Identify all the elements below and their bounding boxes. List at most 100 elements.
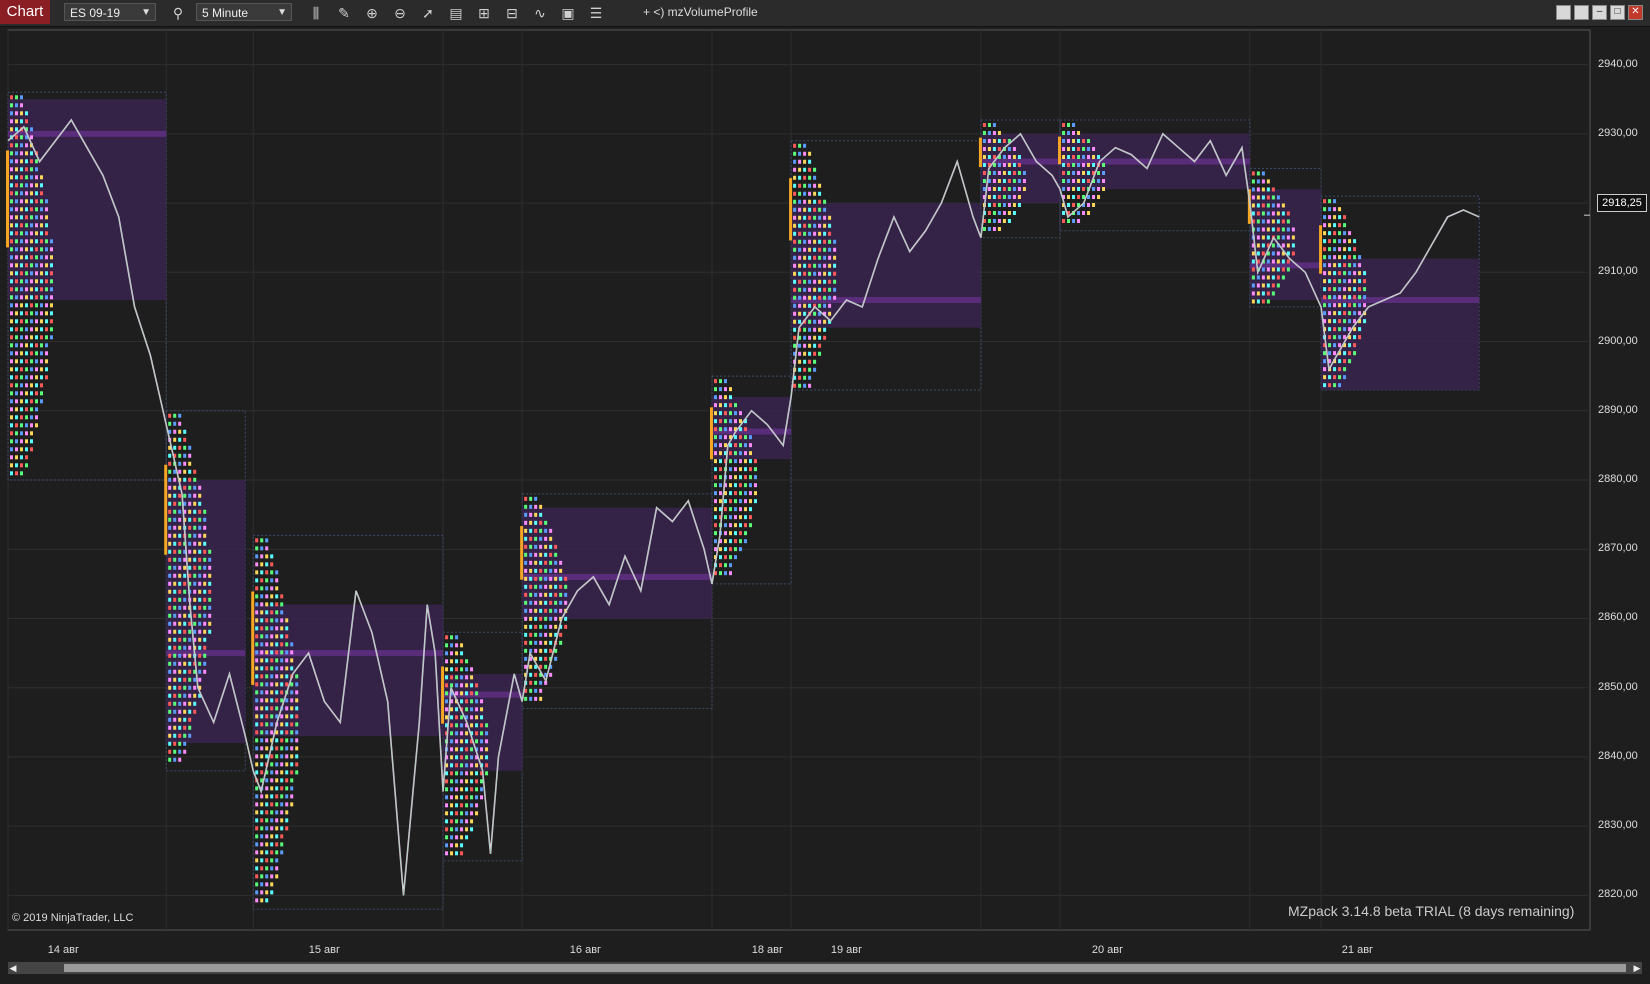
tpo-letter [559, 576, 563, 581]
scroll-left-icon[interactable]: ◀ [8, 962, 18, 974]
draw-tool-icon[interactable]: ✎ [334, 3, 354, 23]
tpo-letter [554, 576, 558, 581]
tpo-letter [1097, 179, 1101, 183]
tpo-letter [285, 818, 289, 823]
tpo-letter [1286, 243, 1290, 248]
zoom-out-icon[interactable]: ⊖ [390, 3, 410, 23]
tpo-letter [803, 223, 807, 228]
tpo-letter [193, 677, 197, 682]
instrument-selector[interactable]: ES 09-19 ▼ [64, 3, 156, 21]
tpo-letter [168, 557, 172, 562]
tile-icon[interactable] [1574, 5, 1589, 20]
tpo-letter [1251, 259, 1255, 264]
tpo-letter [723, 387, 727, 392]
tpo-letter [470, 667, 474, 672]
tpo-letter [475, 707, 479, 712]
tpo-letter [20, 119, 23, 124]
tpo-letter [539, 544, 543, 549]
tpo-letter [275, 842, 279, 847]
tpo-letter [30, 319, 33, 324]
tpo-letter [285, 658, 289, 663]
bar-type-icon[interactable]: ⫼ [306, 3, 326, 23]
tpo-letter [549, 576, 553, 581]
tpo-letter [1348, 263, 1352, 268]
strategies-icon[interactable]: ⊟ [502, 3, 522, 23]
tpo-letter [808, 271, 812, 276]
scroll-right-icon[interactable]: ▶ [1632, 962, 1642, 974]
tpo-letter [178, 701, 182, 706]
tpo-letter [1328, 343, 1332, 348]
minimize-icon[interactable]: – [1592, 5, 1607, 20]
tpo-letter [728, 555, 732, 560]
tpo-letter [485, 747, 489, 752]
properties-icon[interactable]: ⊞ [474, 3, 494, 23]
tpo-letter [1012, 155, 1016, 159]
tpo-letter [455, 827, 459, 832]
tpo-letter [534, 632, 538, 637]
tile-icon[interactable] [1556, 5, 1571, 20]
tpo-letter [1082, 171, 1086, 175]
tpo-letter [15, 127, 18, 132]
tpo-letter [30, 247, 33, 252]
tpo-letter [203, 661, 207, 666]
indicators-icon[interactable]: ∿ [530, 3, 550, 23]
tpo-letter [524, 496, 528, 501]
tpo-letter [833, 247, 837, 252]
horizontal-scrollbar[interactable]: ◀ ▶ [8, 962, 1642, 974]
tpo-letter [198, 485, 202, 490]
tpo-letter [10, 215, 13, 220]
tpo-letter [445, 707, 449, 712]
data-box-icon[interactable]: ▤ [446, 3, 466, 23]
tpo-letter [290, 698, 294, 703]
tpo-letter [265, 858, 269, 863]
tpo-letter [549, 616, 553, 621]
tpo-letter [183, 493, 187, 498]
tpo-letter [260, 546, 264, 551]
tpo-letter [1338, 255, 1342, 260]
zoom-in-icon[interactable]: ⊕ [362, 3, 382, 23]
tpo-letter [982, 227, 986, 231]
instrument-value: ES 09-19 [70, 6, 121, 20]
tpo-letter [178, 573, 182, 578]
tpo-letter [1328, 375, 1332, 380]
chart-trader-icon[interactable]: ▣ [558, 3, 578, 23]
maximize-icon[interactable]: □ [1610, 5, 1625, 20]
tpo-letter [733, 411, 737, 416]
tpo-letter [723, 515, 727, 520]
chart-tab[interactable]: Chart [0, 0, 50, 24]
tpo-letter [193, 493, 197, 498]
tpo-letter [987, 139, 991, 143]
search-icon[interactable]: ⚲ [168, 3, 188, 23]
tpo-letter [173, 589, 177, 594]
tpo-letter [728, 403, 732, 408]
tpo-letter [524, 640, 528, 645]
tpo-letter [455, 787, 459, 792]
tpo-letter [1328, 271, 1332, 276]
tpo-letter [987, 219, 991, 223]
tpo-letter [188, 629, 192, 634]
list-icon[interactable]: ☰ [586, 3, 606, 23]
tpo-letter [15, 383, 18, 388]
price-axis[interactable]: 2940,002930,002920,002910,002900,002890,… [1592, 26, 1650, 936]
pointer-icon[interactable]: ➚ [418, 3, 438, 23]
tpo-letter [445, 835, 449, 840]
tpo-letter [168, 573, 172, 578]
tpo-letter [803, 263, 807, 268]
tpo-letter [713, 419, 717, 424]
tpo-letter [198, 581, 202, 586]
price-chart[interactable] [0, 26, 1592, 962]
tpo-letter [40, 311, 43, 316]
tpo-letter [193, 629, 197, 634]
tpo-letter [544, 584, 548, 589]
tpo-letter [803, 143, 807, 148]
tpo-letter [280, 722, 284, 727]
tpo-letter [275, 866, 279, 871]
close-icon[interactable]: ✕ [1628, 5, 1643, 20]
interval-selector[interactable]: 5 Minute ▼ [196, 3, 292, 21]
tpo-letter [465, 747, 469, 752]
scroll-thumb[interactable] [64, 964, 1626, 972]
tpo-letter [255, 706, 259, 711]
tpo-letter [1271, 203, 1275, 208]
tpo-letter [1007, 163, 1011, 167]
tpo-letter [723, 507, 727, 512]
